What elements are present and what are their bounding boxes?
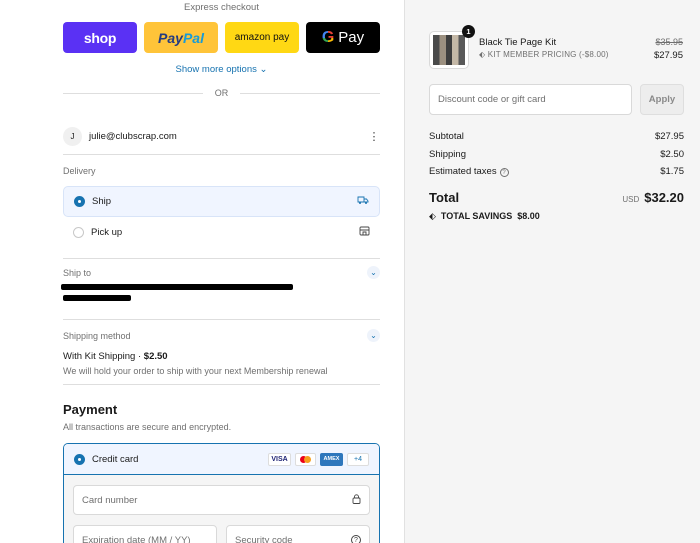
shipping-method-price: $2.50 [143, 351, 168, 362]
subtotal-row: Subtotal $27.95 [429, 131, 684, 142]
more-options-icon[interactable]: ⋮ [368, 130, 380, 143]
mastercard-icon [295, 452, 316, 466]
order-summary: 1 Black Tie Page Kit ⬖ KIT MEMBER PRICIN… [404, 0, 700, 543]
paypal-button[interactable]: Pay Pal [144, 22, 218, 53]
shipping-method-value: With Kit Shipping · $2.50 [63, 351, 380, 362]
tag-icon: ⬖ [479, 50, 486, 59]
original-price: $35.95 [655, 37, 683, 47]
pickup-radio[interactable] [73, 227, 84, 238]
delivery-option-pickup[interactable]: Pick up [63, 217, 380, 248]
taxes-row: Estimated taxes? $1.75 [429, 166, 684, 177]
product-discount: ⬖ KIT MEMBER PRICING (-$8.00) [479, 50, 609, 59]
section-divider [63, 319, 380, 320]
credit-card-panel: Credit card VISA AMEX +4 Card number Exp… [63, 443, 380, 543]
shop-pay-button[interactable]: shop [63, 22, 137, 53]
credit-card-label: Credit card [92, 453, 139, 465]
shipping-method-label: Shipping method [63, 330, 131, 341]
amex-icon: AMEX [320, 452, 343, 466]
product-image [433, 35, 465, 65]
taxes-label-wrap: Estimated taxes? [429, 166, 509, 177]
ship-label: Ship [92, 196, 112, 207]
shipping-method-name: With Kit Shipping [63, 351, 136, 362]
delivery-option-ship[interactable]: Ship [63, 186, 380, 217]
checkout-form: Express checkout shop Pay Pal amazon pay … [0, 0, 404, 543]
discount-code-input[interactable]: Discount code or gift card [429, 84, 632, 115]
amazon-pay-label: amazon pay [234, 32, 290, 43]
google-pay-button[interactable]: G Pay [306, 22, 380, 53]
account-email: julie@clubscrap.com [89, 131, 177, 142]
divider-line [63, 92, 203, 94]
avatar: J [63, 127, 82, 146]
total-label: Total [429, 190, 460, 205]
visa-icon: VISA [268, 452, 291, 466]
savings-label: TOTAL SAVINGS [440, 211, 513, 221]
amazon-pay-button[interactable]: amazon pay [225, 22, 299, 53]
divider-line [240, 92, 380, 94]
redacted-address [61, 284, 293, 290]
redacted-phone [63, 295, 131, 301]
express-checkout-title: Express checkout [184, 2, 259, 13]
savings-value: $8.00 [517, 211, 540, 221]
payment-subtitle: All transactions are secure and encrypte… [63, 422, 232, 432]
help-icon[interactable]: ? [351, 535, 361, 543]
shipping-row: Shipping $2.50 [429, 149, 684, 160]
currency-label: USD [622, 195, 640, 204]
product-price: $27.95 [653, 50, 683, 61]
product-name: Black Tie Page Kit [479, 37, 557, 48]
truck-icon [357, 195, 369, 208]
taxes-label: Estimated taxes [429, 166, 497, 177]
pickup-label: Pick up [91, 227, 123, 238]
credit-card-option[interactable]: Credit card VISA AMEX +4 [64, 444, 379, 475]
google-pay-label: Pay [338, 29, 365, 46]
shop-pay-label: shop [83, 29, 117, 46]
delivery-options: Ship Pick up [63, 186, 380, 247]
product-discount-text: KIT MEMBER PRICING (-$8.00) [487, 50, 609, 59]
card-number-placeholder: Card number [82, 494, 138, 506]
chevron-down-icon[interactable]: ⌄ [367, 266, 380, 279]
paypal-label-pal: Pal [182, 29, 204, 46]
help-icon[interactable]: ? [499, 168, 509, 177]
show-more-options-link[interactable]: Show more options ⌄ [0, 64, 443, 75]
account-row: J julie@clubscrap.com ⋮ [63, 125, 380, 155]
tag-icon: ⬖ [429, 211, 436, 221]
google-g-icon: G [321, 28, 335, 46]
subtotal-value: $27.95 [654, 131, 684, 142]
payment-title: Payment [63, 402, 118, 417]
express-buttons: shop Pay Pal amazon pay G Pay [63, 22, 380, 53]
chevron-down-icon[interactable]: ⌄ [367, 329, 380, 342]
subtotal-label: Subtotal [429, 131, 464, 142]
security-code-field[interactable]: Security code ? [226, 525, 370, 543]
or-label: OR [214, 88, 229, 98]
lock-icon [352, 493, 361, 507]
total-value: $32.20 [644, 190, 684, 205]
expiration-field[interactable]: Expiration date (MM / YY) [73, 525, 217, 543]
ship-radio[interactable] [74, 196, 85, 207]
delivery-label: Delivery [63, 166, 96, 176]
total-savings: ⬖ TOTAL SAVINGS $8.00 [429, 211, 540, 222]
paypal-label-pay: Pay [158, 29, 183, 46]
store-icon [359, 226, 370, 239]
shipping-label: Shipping [429, 149, 466, 160]
security-code-placeholder: Security code [235, 534, 293, 543]
product-thumbnail: 1 [429, 25, 475, 69]
card-number-field[interactable]: Card number [73, 485, 370, 515]
expiration-placeholder: Expiration date (MM / YY) [82, 534, 191, 543]
or-divider: OR [63, 87, 380, 99]
total-row: Total USD $32.20 [429, 190, 684, 205]
ship-to-section: Ship to ⌄ [61, 266, 380, 301]
shipping-note: We will hold your order to ship with you… [63, 366, 328, 376]
more-brands-badge: +4 [347, 452, 369, 466]
separator: · [137, 351, 142, 362]
discount-code-placeholder: Discount code or gift card [438, 94, 546, 105]
quantity-badge: 1 [462, 25, 475, 38]
shipping-value: $2.50 [660, 149, 684, 160]
section-divider [63, 384, 380, 385]
section-divider [63, 258, 380, 259]
ship-to-label: Ship to [63, 267, 92, 278]
taxes-value: $1.75 [660, 166, 684, 177]
credit-card-radio[interactable] [74, 453, 85, 465]
shipping-method-section: Shipping method ⌄ With Kit Shipping · $2.… [63, 329, 380, 376]
apply-button[interactable]: Apply [640, 84, 684, 115]
